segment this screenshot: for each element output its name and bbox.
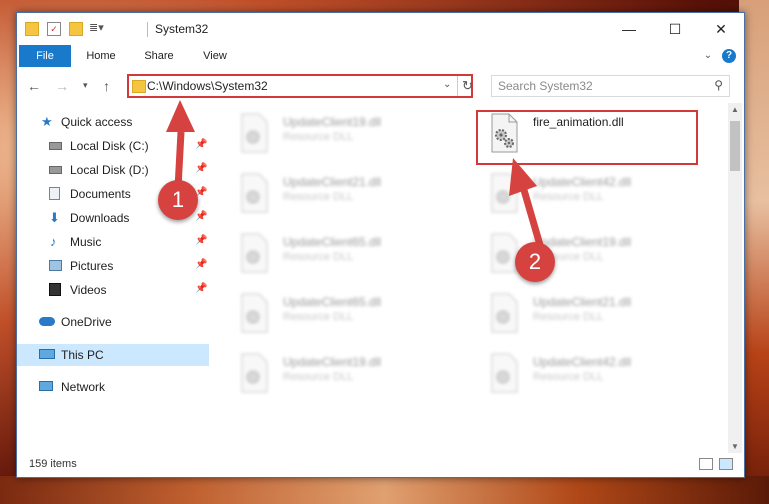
- arrow-2-shaft: [520, 189, 544, 246]
- step-badge-2: 2: [515, 242, 555, 282]
- arrow-1-head: [166, 100, 195, 132]
- step-badge-1: 1: [158, 180, 198, 220]
- annotation-arrows: [166, 100, 544, 246]
- arrow-2-head: [509, 158, 537, 196]
